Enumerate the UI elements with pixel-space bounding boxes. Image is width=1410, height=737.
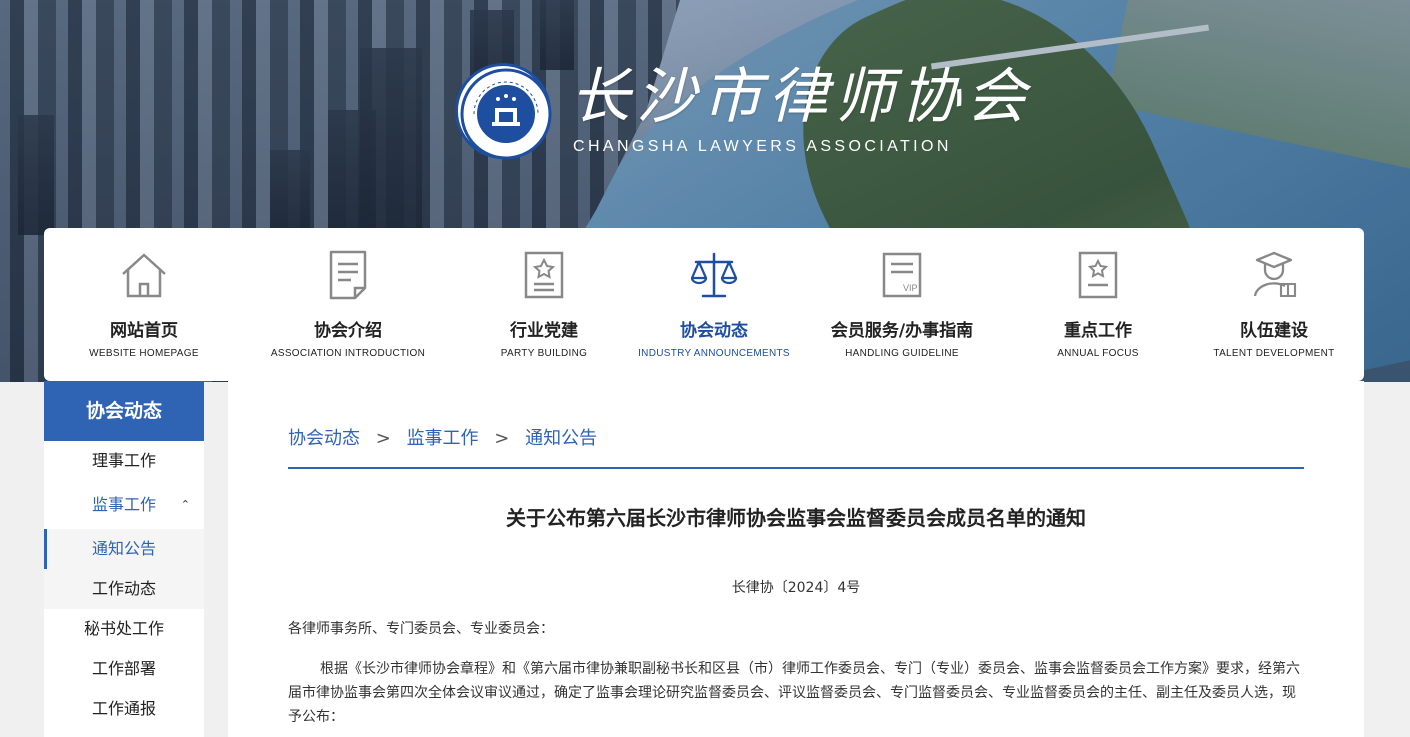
sidebar-item-work-bulletin[interactable]: 工作通报 bbox=[44, 689, 204, 729]
nav-sublabel: WEBSITE HOMEPAGE bbox=[89, 348, 199, 359]
certificate-icon bbox=[1071, 248, 1125, 302]
sidebar-item-label: 监事工作 bbox=[91, 495, 156, 514]
nav-label: 重点工作 bbox=[1064, 321, 1132, 341]
sidebar: 协会动态 理事工作 监事工作 ⌃ 通知公告 工作动态 秘书处工作 工作部署 工作… bbox=[44, 381, 204, 737]
breadcrumb-link[interactable]: 监事工作 bbox=[407, 428, 479, 449]
sidebar-subitem-work-updates[interactable]: 工作动态 bbox=[44, 569, 204, 609]
nav-sublabel: PARTY BUILDING bbox=[500, 348, 588, 359]
nav-sublabel: TALENT DEVELOPMENT bbox=[1213, 348, 1335, 359]
breadcrumb-divider bbox=[288, 467, 1304, 469]
sidebar-item-work-deployment[interactable]: 工作部署 bbox=[44, 649, 204, 689]
main-nav: 网站首页 WEBSITE HOMEPAGE 协会介绍 ASSOCIATION I… bbox=[44, 228, 1364, 381]
nav-sublabel: HANDLING GUIDELINE bbox=[845, 348, 959, 359]
graduate-icon bbox=[1247, 248, 1301, 302]
sidebar-subitem-notices[interactable]: 通知公告 bbox=[44, 529, 204, 569]
logo-title: 长沙市律师协会 bbox=[570, 62, 1032, 132]
sidebar-item-label: 工作动态 bbox=[91, 579, 156, 598]
chevron-up-icon[interactable]: ⌃ bbox=[181, 481, 190, 529]
logo-subtitle: CHANGSHA LAWYERS ASSOCIATION bbox=[573, 138, 952, 155]
nav-label: 协会动态 bbox=[680, 321, 748, 341]
vip-card-icon: VIP bbox=[875, 248, 929, 302]
association-seal-logo[interactable] bbox=[455, 63, 552, 160]
nav-sublabel: ANNUAL FOCUS bbox=[1057, 348, 1139, 359]
breadcrumb: 协会动态 > 监事工作 > 通知公告 bbox=[288, 424, 597, 450]
article-body: 根据《长沙市律师协会章程》和《第六届市律协兼职副秘书长和区县（市）律师工作委员会… bbox=[288, 661, 1300, 725]
svg-text:VIP: VIP bbox=[903, 283, 918, 293]
document-number: 长律协〔2024〕4号 bbox=[731, 580, 861, 596]
nav-item-member-services[interactable]: VIP 会员服务/办事指南 HANDLING GUIDELINE bbox=[792, 228, 1012, 381]
scales-icon bbox=[687, 248, 741, 302]
nav-label: 会员服务/办事指南 bbox=[830, 321, 974, 341]
article-title: 关于公布第六届长沙市律师协会监事会监督委员会成员名单的通知 bbox=[506, 506, 1086, 530]
house-icon bbox=[117, 248, 171, 302]
nav-item-industry-news[interactable]: 协会动态 INDUSTRY ANNOUNCEMENTS bbox=[636, 228, 792, 381]
breadcrumb-link[interactable]: 通知公告 bbox=[525, 428, 597, 449]
article-salutation: 各律师事务所、专门委员会、专业委员会： bbox=[288, 621, 554, 637]
document-icon bbox=[321, 248, 375, 302]
breadcrumb-separator: > bbox=[494, 428, 510, 449]
breadcrumb-link[interactable]: 协会动态 bbox=[288, 428, 360, 449]
nav-item-annual-focus[interactable]: 重点工作 ANNUAL FOCUS bbox=[1012, 228, 1184, 381]
sidebar-item-label: 工作通报 bbox=[91, 699, 156, 718]
sidebar-item-supervisory-work[interactable]: 监事工作 ⌃ bbox=[44, 481, 204, 529]
seal-emblem-icon bbox=[460, 68, 552, 160]
nav-label: 协会介绍 bbox=[314, 321, 382, 341]
nav-item-party-building[interactable]: 行业党建 PARTY BUILDING bbox=[452, 228, 636, 381]
nav-label: 行业党建 bbox=[510, 321, 578, 341]
nav-item-talent-development[interactable]: 队伍建设 TALENT DEVELOPMENT bbox=[1184, 228, 1364, 381]
party-badge-icon bbox=[517, 248, 571, 302]
sidebar-item-label: 理事工作 bbox=[91, 451, 156, 470]
sidebar-item-label: 通知公告 bbox=[91, 539, 156, 558]
sidebar-item-label: 工作部署 bbox=[91, 659, 156, 678]
nav-label: 网站首页 bbox=[110, 321, 178, 341]
main-content: 协会动态 > 监事工作 > 通知公告 关于公布第六届长沙市律师协会监事会监督委员… bbox=[228, 381, 1364, 737]
sidebar-item-label: 秘书处工作 bbox=[83, 619, 164, 638]
sidebar-title: 协会动态 bbox=[44, 381, 204, 441]
nav-label: 队伍建设 bbox=[1240, 321, 1308, 341]
nav-item-homepage[interactable]: 网站首页 WEBSITE HOMEPAGE bbox=[44, 228, 244, 381]
breadcrumb-separator: > bbox=[375, 428, 391, 449]
nav-item-introduction[interactable]: 协会介绍 ASSOCIATION INTRODUCTION bbox=[244, 228, 452, 381]
sidebar-item-council-work[interactable]: 理事工作 bbox=[44, 441, 204, 481]
nav-sublabel: ASSOCIATION INTRODUCTION bbox=[270, 348, 426, 359]
nav-sublabel: INDUSTRY ANNOUNCEMENTS bbox=[638, 348, 790, 359]
sidebar-item-secretariat-work[interactable]: 秘书处工作 bbox=[44, 609, 204, 649]
